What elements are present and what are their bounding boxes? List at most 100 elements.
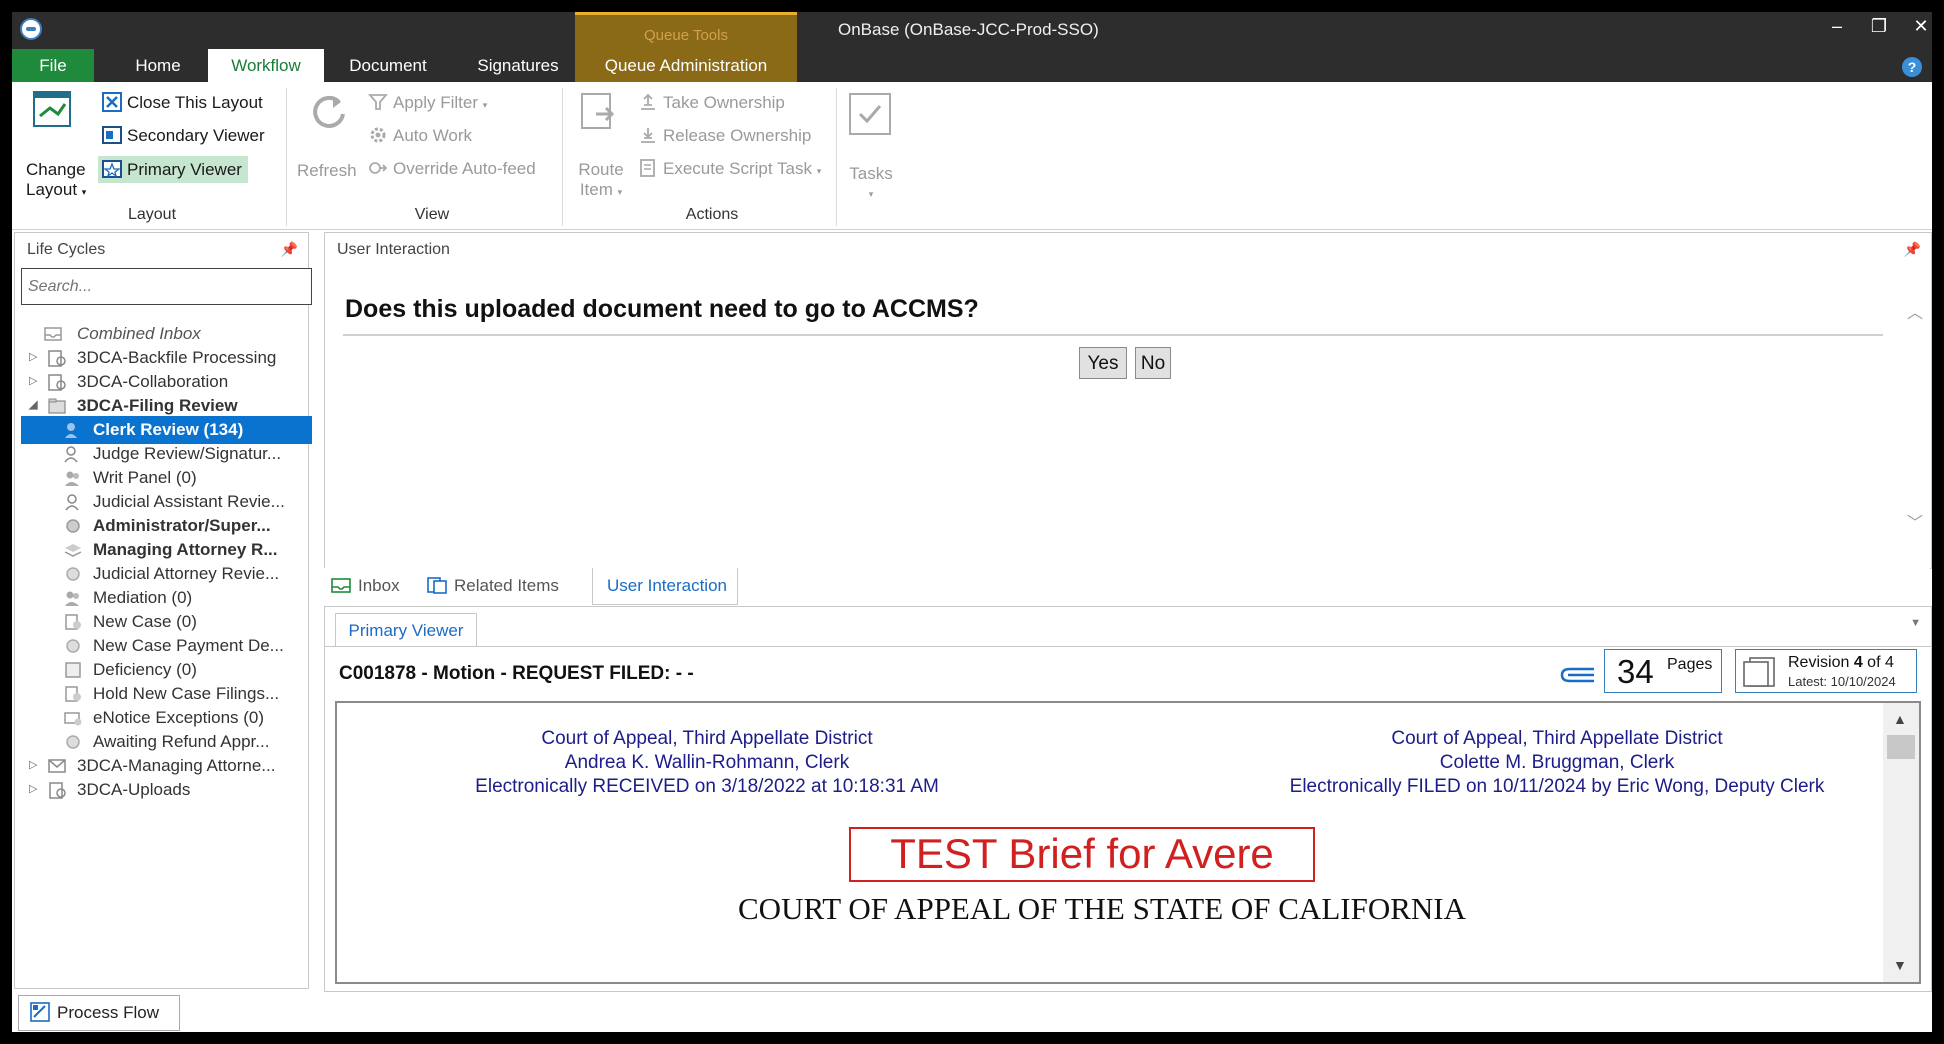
page-count-box[interactable]: 34 Pages <box>1604 649 1722 693</box>
tab-home[interactable]: Home <box>108 49 208 82</box>
restore-button[interactable]: ❐ <box>1864 16 1894 37</box>
release-ownership-label: Release Ownership <box>663 126 812 145</box>
divider <box>325 646 1931 647</box>
tasks-button[interactable]: Tasks ▾ <box>840 164 902 204</box>
stamp-line: Colette M. Bruggman, Clerk <box>1439 752 1675 773</box>
tree-item-label: 3DCA-Uploads <box>77 780 191 799</box>
panel-menu-icon[interactable]: ▼ <box>1910 617 1921 629</box>
help-icon[interactable]: ? <box>1902 57 1922 77</box>
tab-file[interactable]: File <box>12 49 94 82</box>
tab-primary-viewer[interactable]: Primary Viewer <box>335 613 477 647</box>
staple-icon[interactable] <box>1558 657 1598 692</box>
tab-document[interactable]: Document <box>328 49 448 82</box>
court-heading: COURT OF APPEAL OF THE STATE OF CALIFORN… <box>738 891 1466 926</box>
life-cycles-search-input[interactable] <box>21 268 312 305</box>
life-cycles-header: Life Cycles <box>27 241 106 258</box>
primary-viewer-label: Primary Viewer <box>127 160 242 179</box>
group-separator <box>836 88 837 226</box>
user-queue-icon <box>63 444 83 464</box>
process-flow-button[interactable]: Process Flow <box>18 995 180 1031</box>
scroll-up-icon[interactable]: ▲ <box>1893 711 1907 727</box>
minimize-button[interactable]: – <box>1822 16 1852 37</box>
change-layout-icon <box>32 90 72 130</box>
document-heading-box: TEST Brief for Avere <box>849 827 1315 882</box>
lifecycle-icon <box>47 372 67 392</box>
refresh-button[interactable]: Refresh <box>297 161 357 181</box>
scroll-down-icon[interactable]: ﹀ <box>1907 509 1923 533</box>
queue-tools-context-band: Queue Tools <box>575 12 797 49</box>
primary-viewer-button[interactable]: Primary Viewer <box>98 156 248 183</box>
tree-item-label: Deficiency (0) <box>93 660 197 679</box>
mail-icon <box>47 756 67 776</box>
tab-related-items[interactable]: Related Items <box>426 568 559 604</box>
tab-inbox[interactable]: Inbox <box>330 568 400 604</box>
override-autofeed-button[interactable]: Override Auto-feed <box>368 158 536 179</box>
route-item-button[interactable]: Route Item ▾ <box>575 160 627 202</box>
revision-number: 4 <box>1853 654 1863 671</box>
scroll-down-icon[interactable]: ▼ <box>1893 957 1907 973</box>
tree-item-label: 3DCA-Backfile Processing <box>77 348 277 367</box>
yes-button[interactable]: Yes <box>1079 347 1127 379</box>
expand-arrow-icon[interactable]: ▷ <box>29 374 37 387</box>
secondary-viewer-button[interactable]: Secondary Viewer <box>102 125 265 146</box>
application-window: Queue Tools OnBase (OnBase-JCC-Prod-SSO)… <box>12 12 1932 1032</box>
refresh-icon <box>307 90 351 134</box>
onbase-logo-icon[interactable] <box>20 18 42 40</box>
no-button[interactable]: No <box>1135 347 1171 379</box>
received-stamp: Court of Appeal, Third Appellate Distric… <box>447 727 967 799</box>
group-separator <box>286 88 287 226</box>
divider <box>343 334 1883 336</box>
close-layout-icon <box>102 92 122 112</box>
tree-item-label: Clerk Review (134) <box>93 420 244 439</box>
scrollbar-thumb[interactable] <box>1887 735 1915 759</box>
collapse-arrow-icon[interactable]: ◢ <box>29 398 37 411</box>
secondary-viewer-label: Secondary Viewer <box>127 126 265 145</box>
change-layout-label-2: Layout <box>26 180 78 199</box>
pin-icon[interactable]: 📌 <box>281 241 298 258</box>
document-view[interactable]: Court of Appeal, Third Appellate Distric… <box>335 701 1921 984</box>
queue-tools-label: Queue Tools <box>644 27 728 44</box>
ribbon-tab-bar: File Home Workflow Document Signatures Q… <box>12 49 1932 82</box>
revision-box[interactable]: Revision 4 of 4 Latest: 10/10/2024 <box>1735 649 1917 693</box>
tab-user-interaction[interactable]: User Interaction <box>592 568 738 605</box>
release-ownership-button[interactable]: Release Ownership <box>638 125 811 146</box>
tab-workflow[interactable]: Workflow <box>208 49 324 82</box>
user-interaction-header: User Interaction <box>337 241 450 258</box>
pin-icon[interactable]: 📌 <box>1904 241 1921 258</box>
stamp-line: Court of Appeal, Third Appellate Distric… <box>541 728 873 749</box>
expand-arrow-icon[interactable]: ▷ <box>29 758 37 771</box>
queue-icon <box>63 732 83 752</box>
stamp-line: Electronically FILED on 10/11/2024 by Er… <box>1289 776 1825 797</box>
override-icon <box>368 158 388 178</box>
auto-work-button[interactable]: Auto Work <box>368 125 472 146</box>
stamp-line: Andrea K. Wallin-Rohmann, Clerk <box>564 752 850 773</box>
expand-arrow-icon[interactable]: ▷ <box>29 350 37 363</box>
tree-item-label: New Case (0) <box>93 612 197 631</box>
close-button[interactable]: ✕ <box>1906 16 1936 37</box>
apply-filter-button[interactable]: Apply Filter ▾ <box>368 92 487 113</box>
user-interaction-panel: User Interaction 📌 Does this uploaded do… <box>324 232 1932 569</box>
title-bar: Queue Tools OnBase (OnBase-JCC-Prod-SSO)… <box>12 12 1932 49</box>
change-layout-button[interactable]: Change Layout ▾ <box>26 160 86 202</box>
execute-script-task-button[interactable]: Execute Script Task ▾ <box>638 158 821 179</box>
tab-queue-administration[interactable]: Queue Administration <box>575 49 797 82</box>
ribbon: Change Layout ▾ Close This Layout Second… <box>12 82 1932 230</box>
take-ownership-icon <box>638 92 658 112</box>
tree-item-label: eNotice Exceptions (0) <box>93 708 265 727</box>
expand-arrow-icon[interactable]: ▷ <box>29 782 37 795</box>
chevron-down-icon: ▾ <box>617 187 623 197</box>
group-label-layout: Layout <box>127 206 177 223</box>
take-ownership-button[interactable]: Take Ownership <box>638 92 785 113</box>
close-layout-button[interactable]: Close This Layout <box>102 92 263 113</box>
scroll-up-icon[interactable]: ︿ <box>1907 299 1923 323</box>
user-queue-icon <box>63 420 83 440</box>
release-ownership-icon <box>638 125 658 145</box>
revision-prefix: Revision <box>1788 654 1854 671</box>
route-item-icon <box>578 90 622 134</box>
tab-signatures[interactable]: Signatures <box>456 49 580 82</box>
document-scrollbar[interactable]: ▲ ▼ <box>1883 703 1919 982</box>
stack-queue-icon <box>63 540 83 560</box>
tree-item-uploads[interactable]: ▷ 3DCA-Uploads <box>21 776 312 804</box>
group-separator <box>562 88 563 226</box>
revision-latest: Latest: 10/10/2024 <box>1788 674 1896 689</box>
